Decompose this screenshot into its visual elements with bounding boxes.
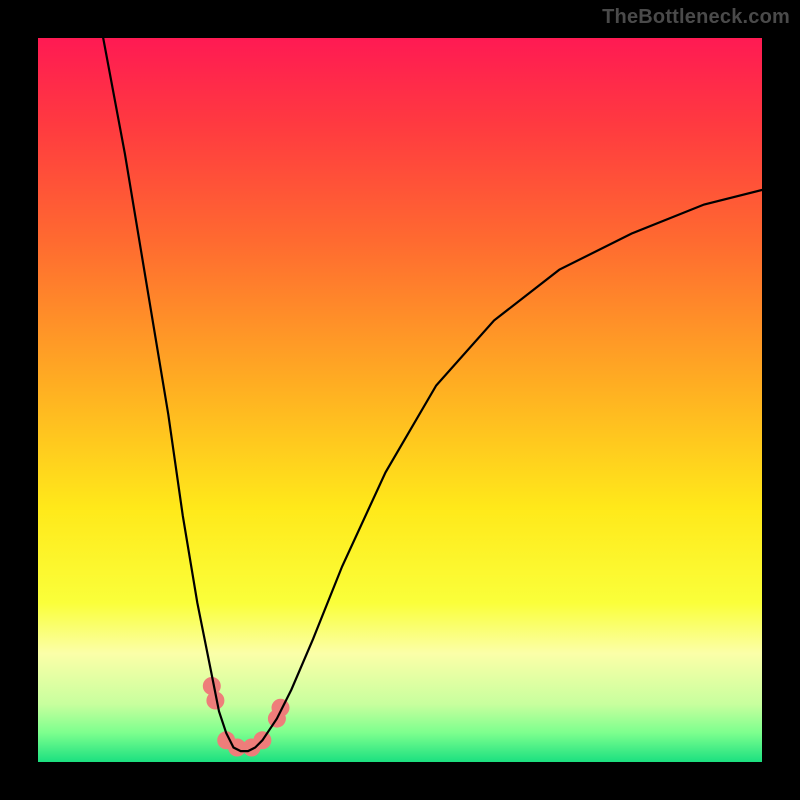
data-marker bbox=[272, 699, 290, 717]
bottleneck-chart bbox=[38, 38, 762, 762]
attribution-label: TheBottleneck.com bbox=[602, 6, 790, 29]
chart-frame: TheBottleneck.com bbox=[0, 0, 800, 800]
bottleneck-curve bbox=[103, 38, 762, 751]
plot-area bbox=[38, 38, 762, 762]
markers-group bbox=[203, 677, 290, 757]
